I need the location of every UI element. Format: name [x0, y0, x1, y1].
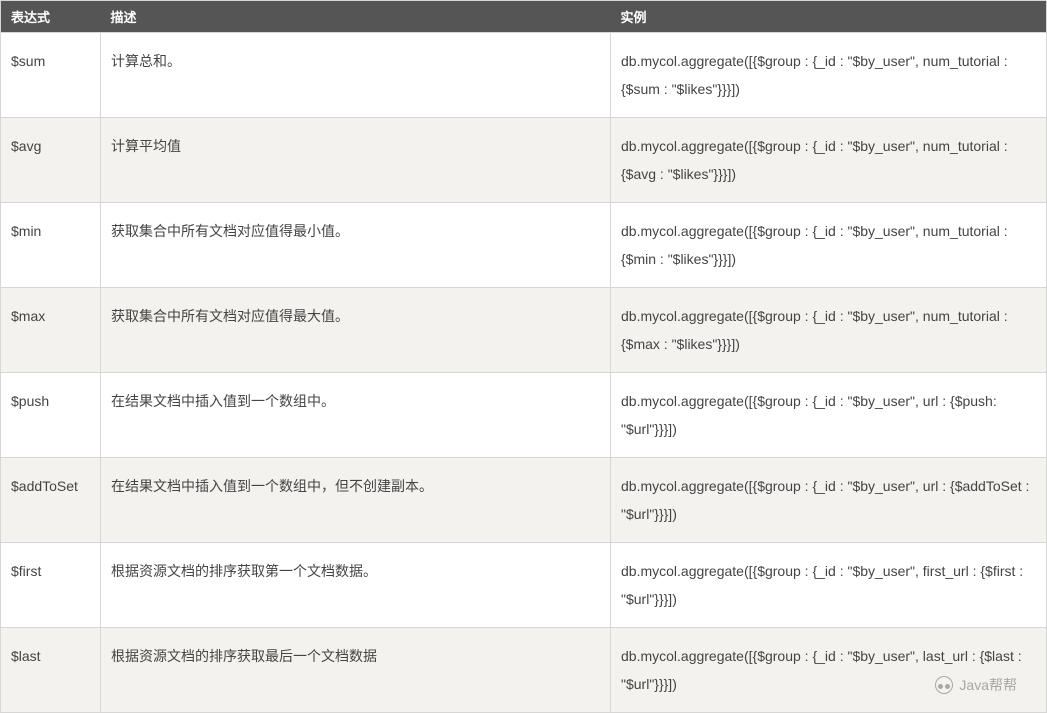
cell-example: db.mycol.aggregate([{$group : {_id : "$b… [611, 288, 1047, 373]
table-row: $first 根据资源文档的排序获取第一个文档数据。 db.mycol.aggr… [1, 543, 1047, 628]
cell-expression: $sum [1, 33, 101, 118]
cell-description: 计算平均值 [101, 118, 611, 203]
cell-example: db.mycol.aggregate([{$group : {_id : "$b… [611, 373, 1047, 458]
cell-expression: $avg [1, 118, 101, 203]
cell-example: db.mycol.aggregate([{$group : {_id : "$b… [611, 33, 1047, 118]
cell-description: 根据资源文档的排序获取最后一个文档数据 [101, 628, 611, 713]
cell-description: 在结果文档中插入值到一个数组中。 [101, 373, 611, 458]
cell-example: db.mycol.aggregate([{$group : {_id : "$b… [611, 203, 1047, 288]
header-example: 实例 [611, 1, 1047, 33]
cell-expression: $min [1, 203, 101, 288]
cell-description: 在结果文档中插入值到一个数组中，但不创建副本。 [101, 458, 611, 543]
cell-expression: $push [1, 373, 101, 458]
cell-description: 获取集合中所有文档对应值得最小值。 [101, 203, 611, 288]
table-row: $push 在结果文档中插入值到一个数组中。 db.mycol.aggregat… [1, 373, 1047, 458]
table-row: $last 根据资源文档的排序获取最后一个文档数据 db.mycol.aggre… [1, 628, 1047, 713]
table-row: $sum 计算总和。 db.mycol.aggregate([{$group :… [1, 33, 1047, 118]
table-row: $min 获取集合中所有文档对应值得最小值。 db.mycol.aggregat… [1, 203, 1047, 288]
cell-example: db.mycol.aggregate([{$group : {_id : "$b… [611, 118, 1047, 203]
table-row: $avg 计算平均值 db.mycol.aggregate([{$group :… [1, 118, 1047, 203]
header-description: 描述 [101, 1, 611, 33]
cell-expression: $first [1, 543, 101, 628]
cell-example: db.mycol.aggregate([{$group : {_id : "$b… [611, 543, 1047, 628]
cell-description: 获取集合中所有文档对应值得最大值。 [101, 288, 611, 373]
cell-example: db.mycol.aggregate([{$group : {_id : "$b… [611, 628, 1047, 713]
cell-description: 根据资源文档的排序获取第一个文档数据。 [101, 543, 611, 628]
header-expression: 表达式 [1, 1, 101, 33]
cell-expression: $max [1, 288, 101, 373]
table-row: $addToSet 在结果文档中插入值到一个数组中，但不创建副本。 db.myc… [1, 458, 1047, 543]
cell-description: 计算总和。 [101, 33, 611, 118]
table-row: $max 获取集合中所有文档对应值得最大值。 db.mycol.aggregat… [1, 288, 1047, 373]
table-header-row: 表达式 描述 实例 [1, 1, 1047, 33]
cell-expression: $addToSet [1, 458, 101, 543]
cell-expression: $last [1, 628, 101, 713]
cell-example: db.mycol.aggregate([{$group : {_id : "$b… [611, 458, 1047, 543]
aggregation-operators-table: 表达式 描述 实例 $sum 计算总和。 db.mycol.aggregate(… [0, 0, 1047, 713]
